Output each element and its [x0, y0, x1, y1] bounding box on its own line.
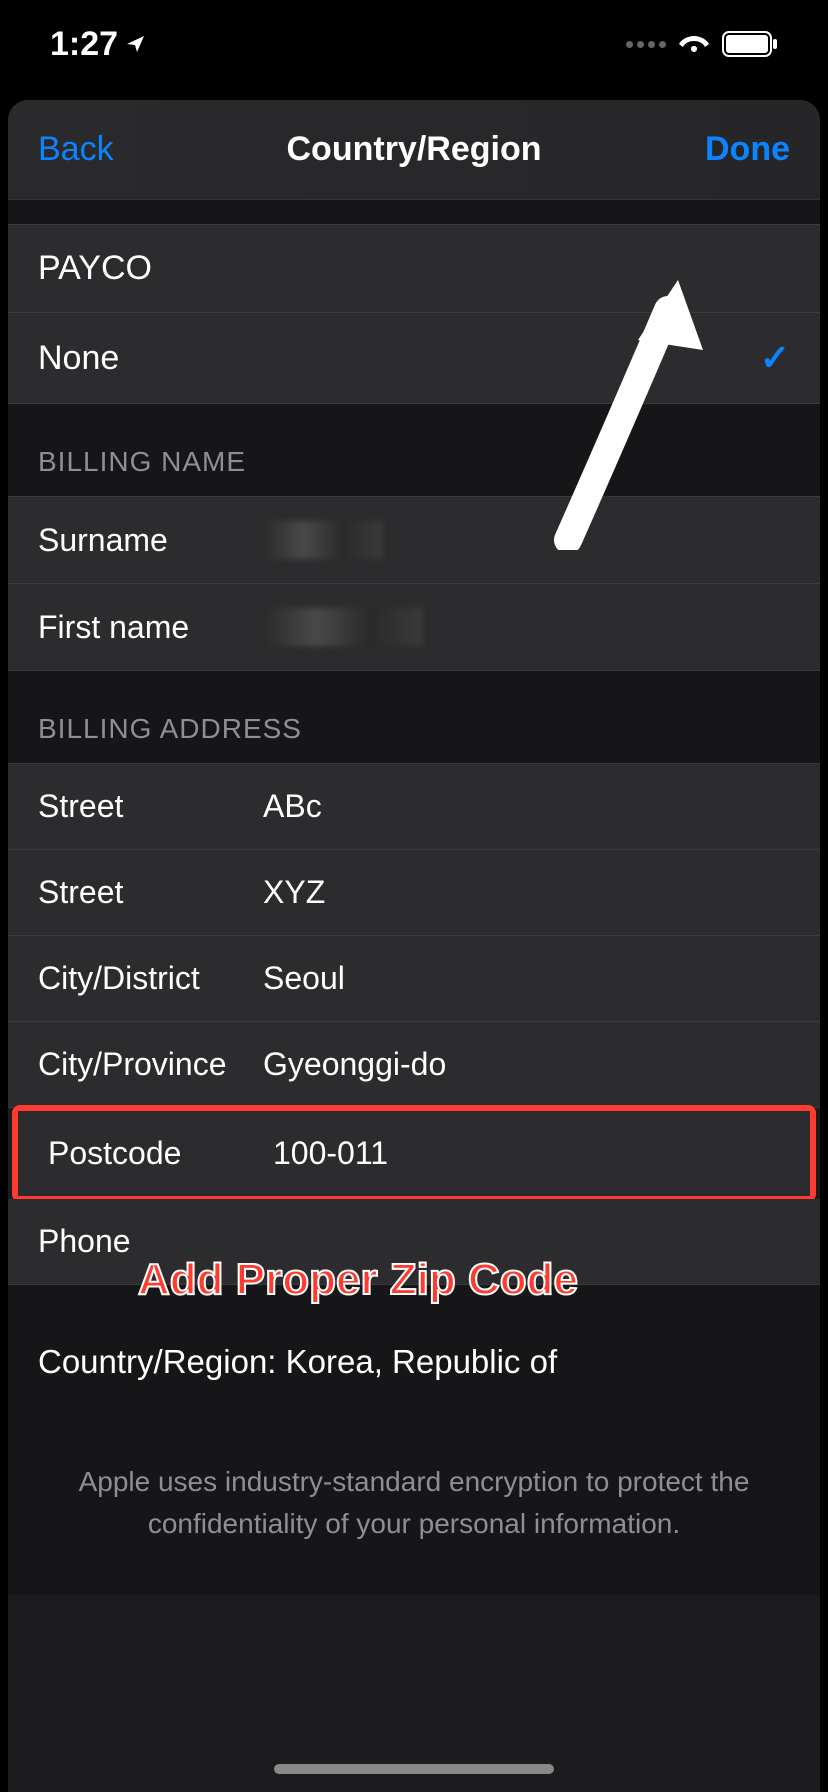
street1-value: ABc: [263, 788, 322, 825]
street1-label: Street: [38, 788, 263, 825]
battery-icon: [722, 31, 778, 57]
page-title: Country/Region: [287, 130, 542, 169]
nav-bar: Back Country/Region Done: [8, 100, 820, 200]
city-district-field[interactable]: City/District Seoul: [8, 936, 820, 1022]
payco-label: PAYCO: [38, 249, 152, 288]
checkmark-icon: ✓: [760, 337, 790, 379]
street2-value: XYZ: [263, 874, 325, 911]
location-icon: [126, 34, 146, 54]
street2-label: Street: [38, 874, 263, 911]
billing-address-header: BILLING ADDRESS: [8, 671, 820, 763]
country-region-line: Country/Region: Korea, Republic of: [8, 1313, 820, 1411]
surname-label: Surname: [38, 522, 263, 559]
firstname-field[interactable]: First name: [8, 584, 820, 671]
postcode-label: Postcode: [48, 1135, 273, 1172]
annotation-text: Add Proper Zip Code: [138, 1255, 578, 1305]
done-button[interactable]: Done: [705, 130, 790, 169]
surname-value-redacted: [263, 521, 383, 559]
status-right: [626, 31, 778, 57]
back-button[interactable]: Back: [38, 130, 114, 169]
firstname-label: First name: [38, 609, 263, 646]
postcode-highlight: Postcode 100-011: [12, 1105, 816, 1202]
street1-field[interactable]: Street ABc: [8, 763, 820, 850]
street2-field[interactable]: Street XYZ: [8, 850, 820, 936]
status-bar: 1:27: [0, 0, 828, 88]
none-label: None: [38, 339, 119, 378]
firstname-value-redacted: [263, 608, 423, 646]
annotation-arrow: [538, 270, 718, 555]
postcode-field[interactable]: Postcode 100-011: [18, 1111, 810, 1196]
city-district-value: Seoul: [263, 960, 345, 997]
home-indicator[interactable]: [274, 1764, 554, 1774]
city-district-label: City/District: [38, 960, 263, 997]
city-province-value: Gyeonggi-do: [263, 1046, 446, 1083]
city-province-field[interactable]: City/Province Gyeonggi-do: [8, 1022, 820, 1108]
city-province-label: City/Province: [38, 1046, 263, 1083]
postcode-value: 100-011: [273, 1135, 388, 1172]
footer-text: Apple uses industry-standard encryption …: [8, 1411, 820, 1595]
time-text: 1:27: [50, 25, 118, 64]
signal-dots-icon: [626, 41, 666, 48]
status-time: 1:27: [50, 25, 146, 64]
settings-modal: Back Country/Region Done PAYCO None ✓ BI…: [8, 100, 820, 1792]
wifi-icon: [678, 32, 710, 56]
